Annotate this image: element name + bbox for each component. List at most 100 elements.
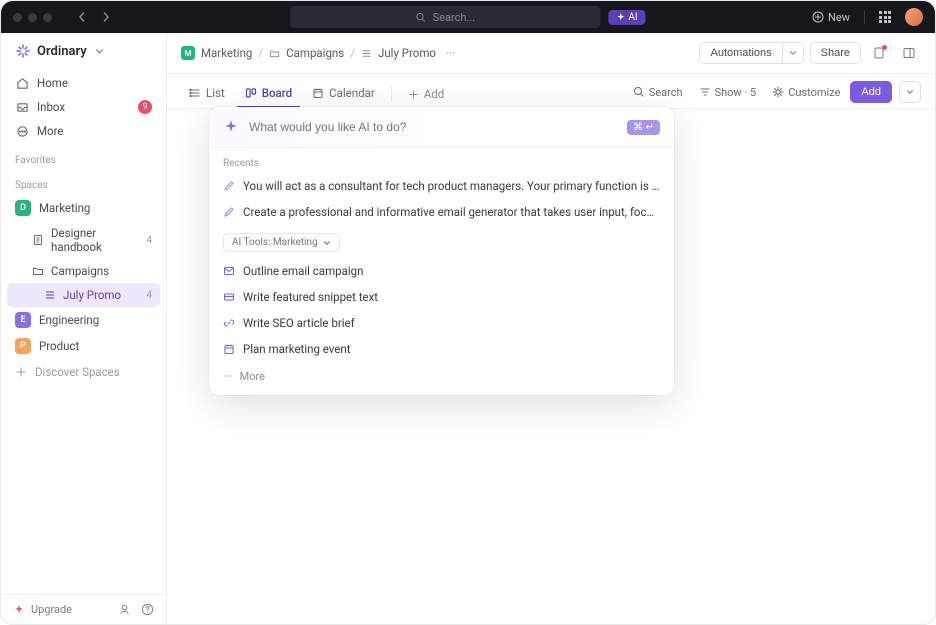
- breadcrumb-space-icon: M: [181, 46, 195, 60]
- automations-button[interactable]: Automations: [699, 42, 782, 64]
- pencil-icon: [223, 206, 235, 218]
- view-calendar[interactable]: Calendar: [304, 80, 383, 108]
- sidebar: Ordinary Home Inbox 9 More Favorites Spa…: [1, 33, 167, 624]
- content: M Marketing / Campaigns / July Promo ···…: [167, 33, 935, 624]
- close-window[interactable]: [13, 13, 22, 22]
- topbar-right: New: [812, 8, 923, 26]
- minimize-window[interactable]: [28, 13, 37, 22]
- person-icon[interactable]: [118, 603, 131, 616]
- nav-home[interactable]: Home: [7, 71, 160, 95]
- recents-label: Recents: [209, 148, 674, 173]
- action-search[interactable]: Search: [627, 82, 689, 103]
- chevron-down-icon: [95, 47, 104, 56]
- avatar[interactable]: [905, 8, 923, 26]
- breadcrumb-more-icon[interactable]: ···: [446, 46, 455, 60]
- view-tabs: List Board Calendar Add Search: [167, 74, 935, 109]
- calendar-icon: [223, 343, 235, 355]
- space-icon: D: [15, 200, 31, 216]
- calendar-icon: [312, 87, 324, 99]
- sparkle-icon: [13, 604, 25, 616]
- space-icon: E: [15, 312, 31, 328]
- more-icon: [15, 124, 29, 138]
- nav-inbox[interactable]: Inbox 9: [7, 95, 160, 119]
- sparkle-icon: [223, 119, 239, 135]
- space-marketing[interactable]: D Marketing: [7, 195, 160, 221]
- favorites-label: Favorites: [1, 145, 166, 170]
- maximize-window[interactable]: [43, 13, 52, 22]
- ai-popover: ⌘ ↵ Recents You will act as a consultant…: [209, 107, 674, 395]
- list-icon: [361, 48, 372, 59]
- tree-july-promo[interactable]: July Promo 4: [7, 283, 160, 307]
- nav-back[interactable]: [72, 7, 92, 27]
- tool-snippet[interactable]: Write featured snippet text: [209, 284, 674, 310]
- breadcrumb-list[interactable]: July Promo: [378, 46, 436, 60]
- search-bar: Search... AI: [290, 6, 645, 28]
- list-icon: [43, 288, 57, 302]
- action-show[interactable]: Show · 5: [693, 82, 763, 103]
- ai-tools-chip[interactable]: AI Tools: Marketing: [223, 233, 340, 252]
- tool-event[interactable]: Plan marketing event: [209, 336, 674, 362]
- tree-designer-handbook[interactable]: Designer handbook 4: [7, 221, 160, 259]
- view-list[interactable]: List: [181, 80, 233, 108]
- recent-item-1[interactable]: Create a professional and informative em…: [209, 199, 674, 225]
- search-placeholder: Search...: [433, 11, 476, 24]
- ai-input[interactable]: [249, 120, 617, 134]
- tree-campaigns[interactable]: Campaigns: [7, 259, 160, 283]
- folder-icon: [269, 48, 280, 59]
- home-icon: [15, 76, 29, 90]
- space-product[interactable]: P Product: [7, 333, 160, 359]
- link-icon: [223, 317, 235, 329]
- panel-icon[interactable]: [897, 41, 921, 65]
- topbar: Search... AI New: [1, 1, 935, 33]
- nav-arrows: [72, 7, 116, 27]
- plus-icon: [15, 366, 27, 378]
- tool-seo[interactable]: Write SEO article brief: [209, 310, 674, 336]
- filter-icon: [699, 86, 711, 98]
- add-caret[interactable]: [899, 81, 921, 103]
- mail-icon: [223, 265, 235, 277]
- new-button[interactable]: New: [812, 11, 850, 24]
- notification-icon[interactable]: [867, 41, 891, 65]
- tool-outline-email[interactable]: Outline email campaign: [209, 258, 674, 284]
- sidebar-footer: Upgrade: [1, 594, 166, 624]
- ai-more[interactable]: ··· More: [209, 362, 674, 395]
- doc-icon: [31, 233, 45, 247]
- card-icon: [223, 291, 235, 303]
- breadcrumb: M Marketing / Campaigns / July Promo ···: [181, 46, 455, 60]
- dots-icon: ···: [223, 370, 232, 383]
- nav-more[interactable]: More: [7, 119, 160, 143]
- action-customize[interactable]: Customize: [766, 82, 846, 103]
- automations-caret[interactable]: [783, 42, 804, 64]
- view-add[interactable]: Add: [400, 81, 452, 107]
- add-button[interactable]: Add: [850, 81, 892, 103]
- breadcrumb-space[interactable]: Marketing: [201, 46, 252, 60]
- list-icon: [189, 87, 201, 99]
- folder-icon: [31, 264, 45, 278]
- share-button[interactable]: Share: [810, 42, 861, 64]
- chevron-down-icon: [323, 239, 331, 247]
- search-input[interactable]: Search...: [290, 6, 600, 28]
- apps-icon[interactable]: [879, 11, 891, 23]
- nav-forward[interactable]: [96, 7, 116, 27]
- ai-shortcut: ⌘ ↵: [627, 120, 660, 135]
- space-engineering[interactable]: E Engineering: [7, 307, 160, 333]
- space-icon: P: [15, 338, 31, 354]
- upgrade-button[interactable]: Upgrade: [13, 603, 72, 616]
- workspace-name: Ordinary: [37, 44, 87, 59]
- view-board[interactable]: Board: [237, 80, 300, 108]
- spaces-label: Spaces: [1, 170, 166, 195]
- recent-item-0[interactable]: You will act as a consultant for tech pr…: [209, 173, 674, 199]
- automations-group: Automations: [699, 42, 803, 64]
- board-icon: [245, 87, 257, 99]
- discover-spaces[interactable]: Discover Spaces: [1, 359, 166, 385]
- inbox-badge: 9: [138, 100, 152, 114]
- gear-icon: [772, 86, 784, 98]
- window-controls: [13, 13, 52, 22]
- help-icon[interactable]: [141, 603, 154, 616]
- ai-input-row: ⌘ ↵: [209, 107, 674, 148]
- workspace-switcher[interactable]: Ordinary: [1, 33, 166, 69]
- ai-badge[interactable]: AI: [608, 10, 645, 25]
- inbox-icon: [15, 100, 29, 114]
- breadcrumb-folder[interactable]: Campaigns: [286, 46, 344, 60]
- workspace-logo-icon: [15, 43, 31, 59]
